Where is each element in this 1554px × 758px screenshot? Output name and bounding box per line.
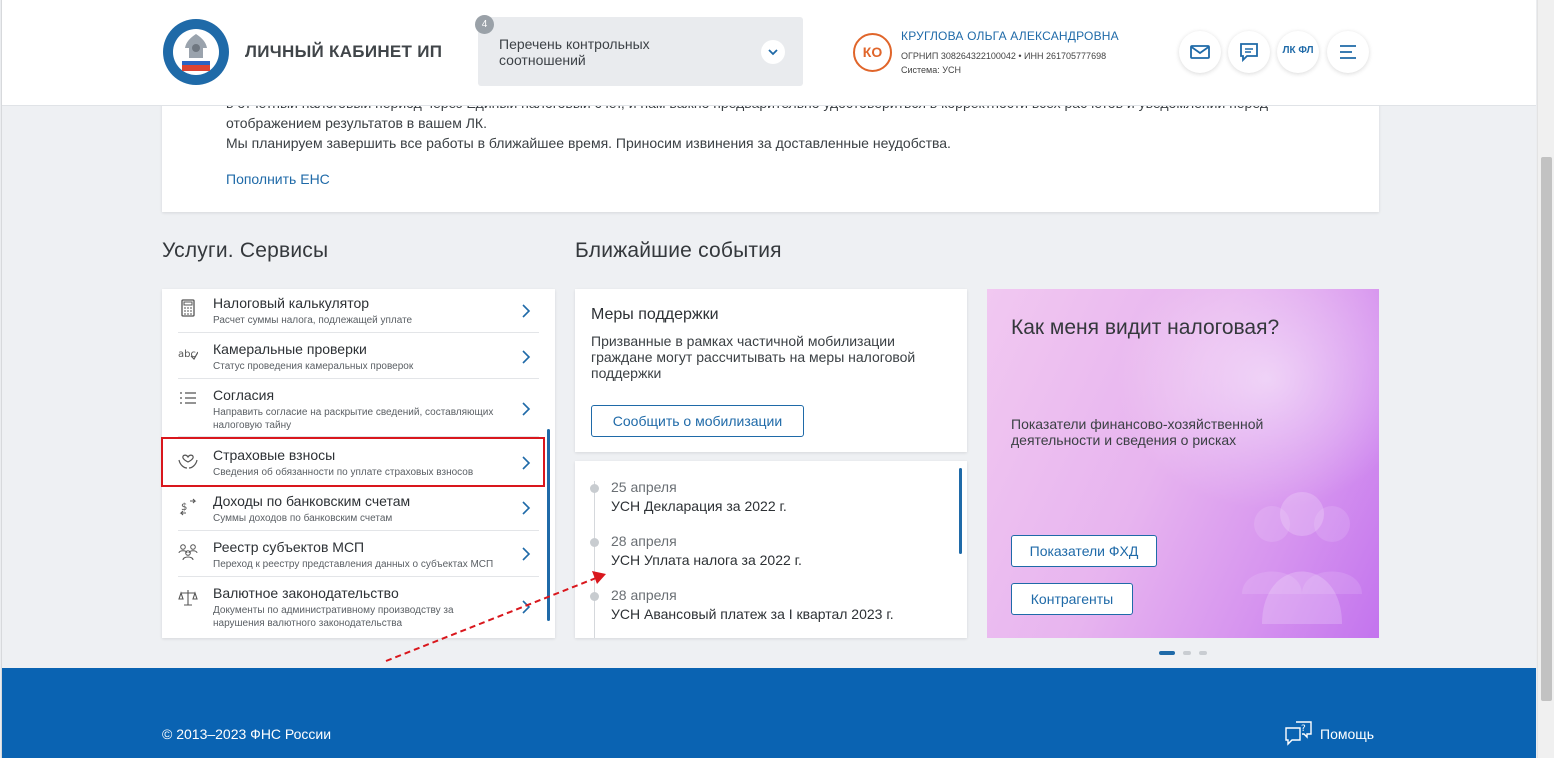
service-item-title: Камеральные проверки (213, 341, 367, 357)
service-item-sme-registry[interactable]: Реестр субъектов МСП Переход к реестру п… (178, 531, 539, 577)
services-list: Налоговый калькулятор Расчет суммы налог… (162, 289, 555, 638)
event-date: 28 апреля (611, 587, 677, 603)
messages-button[interactable] (1228, 31, 1270, 73)
carousel-dot-active[interactable] (1159, 651, 1175, 655)
chevron-right-icon (522, 304, 531, 318)
service-item-title: Доходы по банковским счетам (213, 493, 411, 509)
cabinet-title: ЛИЧНЫЙ КАБИНЕТ ИП (245, 42, 443, 61)
scrollbar-thumb[interactable] (1541, 157, 1552, 701)
events-scrollbar[interactable] (959, 468, 962, 554)
user-ids: ОГРНИП 308264322100042 • ИНН 26170577769… (901, 51, 1107, 61)
help-link[interactable]: ? Помощь (1284, 720, 1384, 748)
calculator-icon (181, 299, 195, 317)
events-section-title: Ближайшие события (575, 239, 782, 262)
events-timeline: 25 апреля УСН Декларация за 2022 г. 28 а… (575, 461, 967, 638)
promo-title: Как меня видит налоговая? (1011, 316, 1280, 339)
timeline-dot (590, 484, 599, 493)
tax-system: Система: УСН (901, 65, 961, 75)
ratio-count-badge: 4 (475, 15, 494, 34)
mail-button[interactable] (1179, 31, 1221, 73)
control-ratios-label: Перечень контрольных соотношений (499, 36, 650, 68)
service-item-title: Налоговый калькулятор (213, 295, 370, 311)
page-scrollbar[interactable] (1537, 0, 1554, 758)
chat-icon (1240, 43, 1258, 63)
chevron-right-icon (522, 350, 531, 364)
service-item-title: Реестр субъектов МСП (213, 539, 365, 555)
service-item-desk-audits[interactable]: abc Камеральные проверки Статус проведен… (178, 333, 539, 379)
list-icon (180, 392, 196, 404)
abc-check-icon: abc (178, 349, 198, 360)
chevron-right-icon (522, 600, 531, 614)
top-up-ens-link[interactable]: Пополнить ЕНС (226, 171, 330, 187)
service-item-currency-law[interactable]: Валютное законодательство Документы по а… (178, 577, 539, 638)
fhd-indicators-button[interactable]: Показатели ФХД (1011, 535, 1157, 567)
chevron-right-icon (522, 402, 531, 416)
service-item-subtitle: Документы по административному производс… (213, 605, 454, 629)
counterparties-button[interactable]: Контрагенты (1011, 583, 1133, 615)
lk-fl-label: ЛК ФЛ (1282, 45, 1314, 56)
fns-emblem-logo[interactable] (162, 18, 230, 86)
event-name: УСН Уплата налога за 2022 г. (611, 552, 802, 568)
service-item-consents[interactable]: Согласия Направить согласие на раскрытие… (178, 379, 539, 437)
services-section-title: Услуги. Сервисы (162, 239, 329, 262)
event-date: 25 апреля (611, 479, 677, 495)
money-exchange-icon: $ (179, 498, 197, 516)
support-title: Меры поддержки (591, 306, 719, 323)
user-name[interactable]: КРУГЛОВА ОЛЬГА АЛЕКСАНДРОВНА (901, 29, 1119, 43)
service-item-subtitle: Суммы доходов по банковским счетам (213, 513, 393, 524)
timeline-dot (590, 538, 599, 547)
event-date: 28 апреля (611, 533, 677, 549)
support-text: Призванные в рамках частичной мобилизаци… (591, 333, 916, 381)
chevron-down-icon (761, 40, 785, 64)
footer: © 2013–2023 ФНС России ? Помощь (2, 668, 1536, 758)
help-label: Помощь (1320, 726, 1375, 742)
service-item-tax-calculator[interactable]: Налоговый калькулятор Расчет суммы налог… (178, 289, 539, 333)
service-item-subtitle: Направить согласие на раскрытие сведений… (213, 407, 494, 431)
hands-heart-icon (178, 454, 198, 469)
service-item-title: Согласия (213, 387, 275, 403)
service-item-subtitle: Статус проведения камеральных проверок (213, 361, 414, 372)
chevron-right-icon (522, 456, 531, 470)
chevron-right-icon (522, 547, 531, 561)
promo-text: Показатели финансово-хозяйственной деяте… (1011, 416, 1264, 448)
notice-text: Мы планируем завершить все работы в ближ… (226, 135, 951, 151)
help-chat-icon: ? (1285, 721, 1312, 746)
notice-text: отображением результатов в вашем ЛК. (226, 115, 487, 131)
timeline-line (594, 481, 595, 638)
carousel-dot[interactable] (1199, 651, 1207, 655)
avatar[interactable]: КО (853, 33, 892, 72)
service-item-bank-income[interactable]: $ Доходы по банковским счетам Суммы дохо… (178, 487, 539, 531)
timeline-dot (590, 592, 599, 601)
copyright: © 2013–2023 ФНС России (162, 726, 332, 742)
event-name: УСН Авансовый платеж за I квартал 2023 г… (611, 606, 894, 622)
service-item-insurance-contributions[interactable]: Страховые взносы Сведения об обязанности… (178, 437, 539, 487)
service-item-subtitle: Переход к реестру представления данных о… (213, 559, 494, 570)
lk-fl-button[interactable]: ЛК ФЛ (1277, 31, 1319, 73)
people-silhouette-icon (1242, 492, 1362, 624)
control-ratios-select[interactable]: Перечень контрольных соотношений (478, 17, 803, 86)
support-measures-card: Меры поддержки Призванные в рамках части… (575, 289, 967, 452)
promo-card: Как меня видит налоговая? Показатели фин… (987, 289, 1379, 638)
scales-icon (178, 590, 198, 606)
service-item-subtitle: Расчет суммы налога, подлежащей уплате (213, 315, 413, 326)
menu-button[interactable] (1327, 31, 1369, 73)
hamburger-icon (1340, 45, 1356, 59)
service-item-title: Страховые взносы (213, 447, 336, 463)
chevron-right-icon (522, 501, 531, 515)
service-item-subtitle: Сведения об обязанности по уплате страхо… (213, 467, 474, 478)
services-scrollbar[interactable] (547, 429, 550, 621)
mail-icon (1190, 45, 1210, 59)
report-mobilization-button[interactable]: Сообщить о мобилизации (591, 405, 804, 437)
page: ЛИЧНЫЙ КАБИНЕТ ИП 4 Перечень контрольных… (1, 0, 1536, 758)
svg-text:?: ? (1301, 724, 1306, 734)
people-group-icon (178, 544, 198, 561)
carousel-dot[interactable] (1183, 651, 1191, 655)
event-name: УСН Декларация за 2022 г. (611, 498, 787, 514)
header: ЛИЧНЫЙ КАБИНЕТ ИП 4 Перечень контрольных… (2, 0, 1536, 106)
service-item-title: Валютное законодательство (213, 585, 399, 601)
